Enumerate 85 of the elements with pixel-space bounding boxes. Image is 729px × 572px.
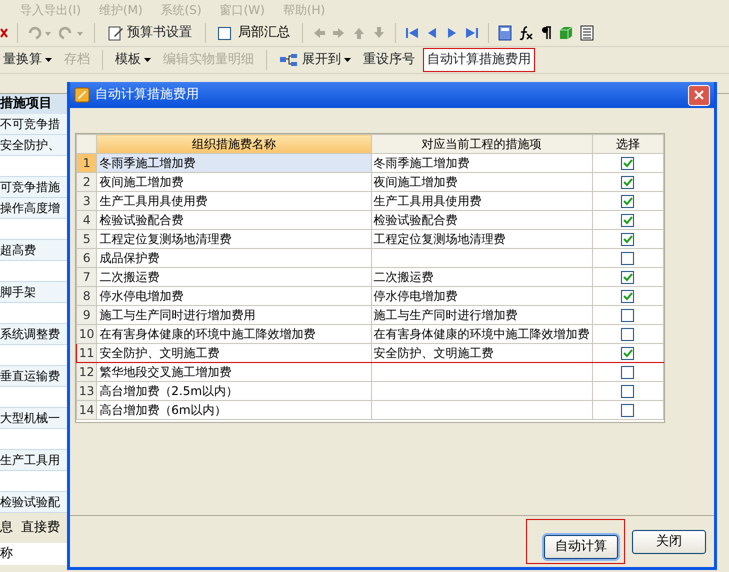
checkbox[interactable]: [621, 194, 634, 208]
tab[interactable]: 直接费: [21, 518, 60, 538]
row-number: 6: [76, 248, 97, 268]
table-cell: 停水停电增加费: [96, 286, 372, 306]
summary-checkbox[interactable]: 局部汇总: [215, 22, 293, 44]
table-cell: 检验试验配合费: [371, 210, 592, 230]
table-cell: 工程定位复测场地清理费: [96, 230, 372, 248]
table-cell: 在有害身体健康的环境中施工降效增加费: [371, 324, 592, 344]
checkbox[interactable]: [621, 290, 634, 302]
table-cell: 工程定位复测场地清理费: [371, 230, 592, 248]
row-number: 7: [76, 268, 97, 286]
toolbar-button[interactable]: 自动计算措施费用: [424, 49, 534, 71]
table-cell: 施工与生产同时进行增加费: [371, 306, 592, 324]
tree-icon: [279, 53, 299, 67]
checkbox[interactable]: [621, 156, 634, 170]
checkbox[interactable]: [621, 270, 634, 284]
table-cell: 成品保护费: [96, 248, 372, 268]
close-button[interactable]: [688, 84, 710, 106]
pilcrow-icon[interactable]: [540, 25, 552, 41]
table-cell: 冬雨季施工增加费: [371, 154, 592, 172]
checkbox[interactable]: [621, 384, 634, 398]
list-icon[interactable]: [580, 25, 594, 41]
table-cell: 二次搬运费: [96, 268, 372, 286]
toolbar-button[interactable]: 展开到: [276, 49, 354, 71]
column-header: 选择: [592, 134, 664, 154]
table-cell: 生产工具用具使用费: [96, 192, 372, 210]
checkbox[interactable]: [621, 176, 634, 188]
row-number: 11: [76, 344, 97, 362]
toolbar-button[interactable]: 量换算: [0, 49, 55, 71]
close-icon[interactable]: [0, 27, 8, 39]
table-cell: 施工与生产同时进行增加费用: [96, 306, 372, 324]
checkbox[interactable]: [621, 366, 634, 378]
table-cell: 夜间施工增加费: [371, 172, 592, 192]
table-cell: 在有害身体健康的环境中施工降效增加费: [96, 324, 372, 344]
table-cell: 夜间施工增加费: [96, 172, 372, 192]
row-number: 2: [76, 172, 97, 192]
column-header: 措施项目: [0, 94, 68, 114]
last-icon[interactable]: [465, 26, 479, 40]
column-header: 对应当前工程的措施项: [371, 134, 592, 154]
table-cell: 检验试验配合费: [96, 210, 372, 230]
settings-button[interactable]: 预算书设置: [104, 23, 196, 43]
row-number: 3: [76, 192, 97, 210]
checkbox[interactable]: [621, 214, 634, 226]
checkbox[interactable]: [621, 308, 634, 322]
app-icon: [74, 87, 90, 103]
row-number: 14: [76, 400, 97, 420]
caret-icon: [144, 58, 151, 62]
table-cell: 安全防护、文明施工费: [371, 344, 592, 362]
row-number: 1: [76, 154, 97, 172]
table-cell: 高台增加费（6m以内）: [96, 400, 372, 420]
dialog-button[interactable]: 关闭: [632, 530, 706, 554]
column-header: 组织措施费名称: [96, 134, 372, 154]
tab[interactable]: 息: [0, 518, 13, 538]
row-number: 10: [76, 324, 97, 344]
row-number: 5: [76, 230, 97, 248]
row-number: 9: [76, 306, 97, 324]
edit-icon: [108, 25, 124, 41]
checkbox[interactable]: [621, 328, 634, 340]
table-cell: 安全防护、文明施工费: [96, 344, 372, 362]
row-number: 13: [76, 382, 97, 400]
caret-icon: [45, 58, 52, 62]
dialog-title: 自动计算措施费用: [95, 86, 199, 104]
row-number: 8: [76, 286, 97, 306]
table-cell: 生产工具用具使用费: [371, 192, 592, 210]
table-cell: 二次搬运费: [371, 268, 592, 286]
dialog-button[interactable]: 自动计算: [544, 535, 618, 559]
checkbox[interactable]: [621, 404, 634, 416]
first-icon[interactable]: [405, 26, 419, 40]
table-cell: 高台增加费（2.5m以内）: [96, 382, 372, 400]
cube-icon[interactable]: [558, 25, 574, 41]
calculator-icon[interactable]: [498, 25, 512, 41]
table-cell: 冬雨季施工增加费: [96, 154, 372, 172]
function-icon[interactable]: [518, 25, 534, 41]
row-number: 4: [76, 210, 97, 230]
toolbar-button[interactable]: 重设序号: [360, 49, 418, 71]
checkbox[interactable]: [621, 232, 634, 246]
toolbar-button[interactable]: 模板: [112, 49, 154, 71]
checkbox[interactable]: [621, 252, 634, 264]
row-number: 12: [76, 362, 97, 382]
column-header: 称: [0, 546, 13, 561]
checkbox[interactable]: [621, 346, 634, 360]
table-cell: 繁华地段交叉施工增加费: [96, 362, 372, 382]
table-cell: 停水停电增加费: [371, 286, 592, 306]
caret-icon: [344, 58, 351, 62]
close-icon: [693, 89, 705, 101]
